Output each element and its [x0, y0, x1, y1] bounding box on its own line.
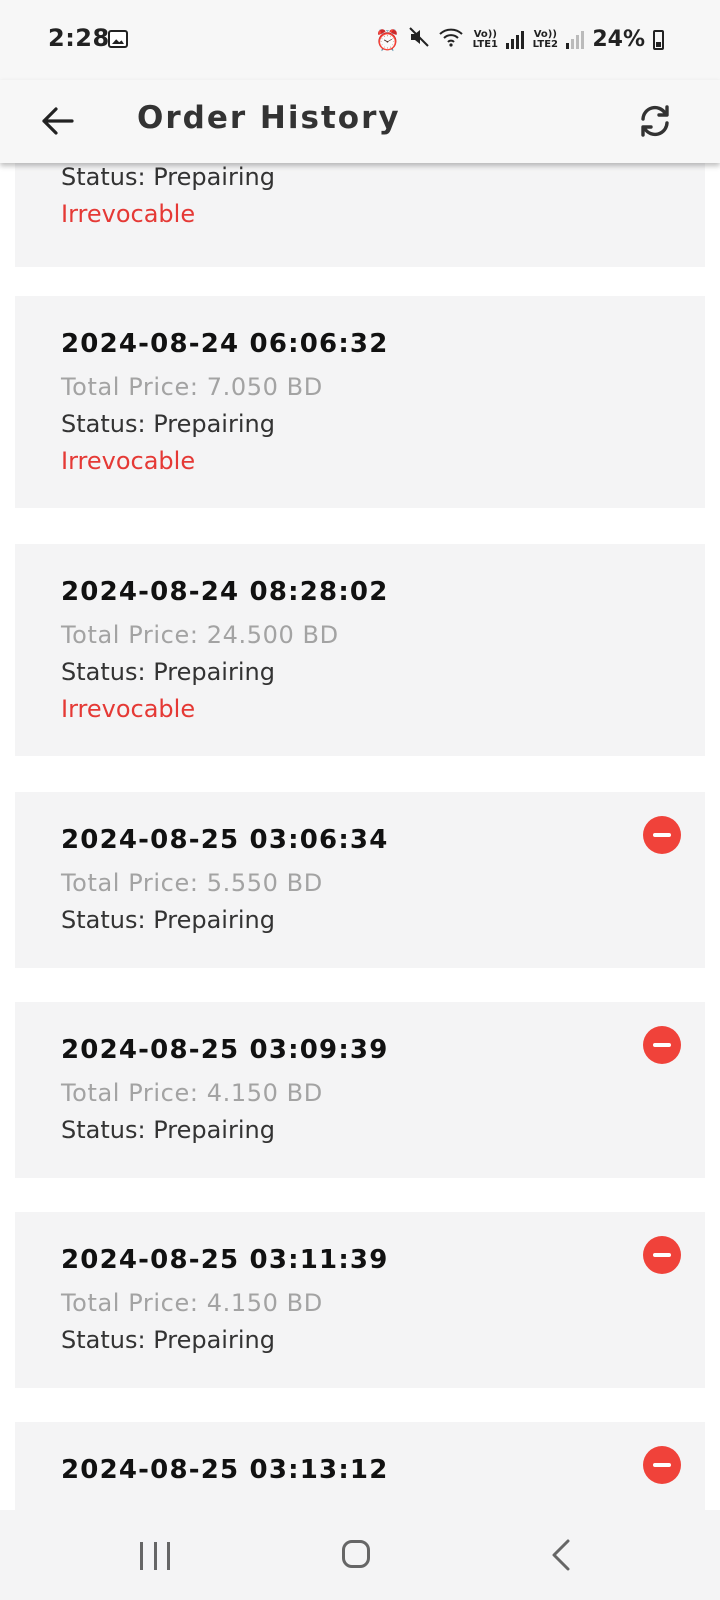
order-status: Status: Prepairing — [61, 163, 275, 191]
order-date: 2024-08-25 03:11:39 — [61, 1245, 389, 1275]
refresh-button[interactable] — [632, 98, 678, 144]
order-card: 2024-08-25 03:11:39 Total Price: 4.150 B… — [15, 1212, 705, 1388]
order-irrevocable-label: Irrevocable — [61, 200, 196, 228]
order-card: 2024-08-24 08:28:02 Total Price: 24.500 … — [15, 544, 705, 756]
app-bar: Order History — [0, 80, 720, 163]
page-title: Order History — [137, 100, 401, 136]
order-date: 2024-08-25 03:06:34 — [61, 825, 389, 855]
order-total-price: Total Price: 7.050 BD — [61, 373, 323, 401]
chevron-left-icon — [552, 1539, 570, 1571]
signal-bars-1-icon — [506, 30, 525, 49]
order-irrevocable-label: Irrevocable — [61, 695, 196, 723]
order-date: 2024-08-24 06:06:32 — [61, 329, 389, 359]
order-card: 2024-08-25 03:13:12 — [15, 1422, 705, 1510]
recent-apps-button[interactable] — [140, 1542, 170, 1570]
order-status: Status: Prepairing — [61, 906, 275, 934]
status-time: 2:28 — [48, 24, 110, 52]
status-bar: 2:28 ⏰ Vo)) LTE1 Vo)) LTE2 24% — [0, 0, 720, 80]
order-status: Status: Prepairing — [61, 1326, 275, 1354]
status-icons: ⏰ Vo)) LTE1 Vo)) LTE2 24% — [375, 26, 664, 53]
mute-icon — [408, 26, 430, 53]
order-date: 2024-08-24 08:28:02 — [61, 577, 389, 607]
order-card: 2024-08-25 03:09:39 Total Price: 4.150 B… — [15, 1002, 705, 1178]
order-date: 2024-08-25 03:09:39 — [61, 1035, 389, 1065]
order-status: Status: Prepairing — [61, 658, 275, 686]
refresh-icon — [641, 105, 669, 137]
order-status: Status: Prepairing — [61, 1116, 275, 1144]
arrow-left-icon — [42, 107, 74, 135]
order-irrevocable-label: Irrevocable — [61, 447, 196, 475]
home-button[interactable] — [342, 1540, 370, 1568]
wifi-icon — [438, 26, 464, 53]
signal-bars-2-icon — [566, 30, 585, 49]
order-status: Status: Prepairing — [61, 410, 275, 438]
back-button[interactable] — [34, 98, 80, 144]
battery-percent: 24% — [592, 27, 645, 52]
order-list[interactable]: Status: Prepairing Irrevocable 2024-08-2… — [0, 163, 720, 1510]
order-total-price: Total Price: 4.150 BD — [61, 1289, 323, 1317]
alarm-icon: ⏰ — [375, 27, 401, 52]
system-back-button[interactable] — [546, 1538, 578, 1572]
order-total-price: Total Price: 5.550 BD — [61, 869, 323, 897]
lte1-label: Vo)) LTE1 — [472, 28, 498, 50]
cancel-order-button[interactable] — [643, 1236, 681, 1274]
system-nav-bar — [0, 1510, 720, 1600]
order-total-price: Total Price: 24.500 BD — [61, 621, 339, 649]
cancel-order-button[interactable] — [643, 816, 681, 854]
lte2-label: Vo)) LTE2 — [532, 28, 558, 50]
order-total-price: Total Price: 4.150 BD — [61, 1079, 323, 1107]
cancel-order-button[interactable] — [643, 1026, 681, 1064]
order-card: 2024-08-24 06:06:32 Total Price: 7.050 B… — [15, 296, 705, 508]
battery-icon — [653, 29, 664, 50]
order-card: Status: Prepairing Irrevocable — [15, 163, 705, 267]
recent-apps-icon — [140, 1542, 143, 1570]
order-card: 2024-08-25 03:06:34 Total Price: 5.550 B… — [15, 792, 705, 968]
gallery-notification-icon — [108, 30, 128, 48]
order-date: 2024-08-25 03:13:12 — [61, 1455, 389, 1485]
cancel-order-button[interactable] — [643, 1446, 681, 1484]
